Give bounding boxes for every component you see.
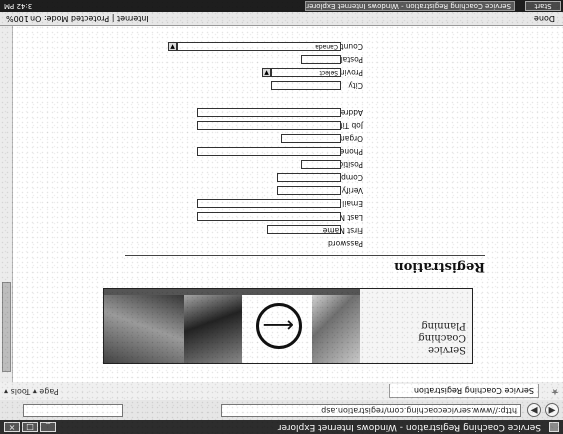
email-input[interactable]	[277, 186, 341, 195]
page-tools-menu[interactable]: Page ▾ Tools ▾	[4, 384, 59, 398]
banner-photo	[312, 289, 360, 363]
first-name-input[interactable]	[197, 212, 341, 221]
start-button[interactable]: Start	[525, 1, 561, 11]
title-bar: Service Coaching Registration - Windows …	[0, 420, 563, 434]
form-label: Email	[342, 199, 363, 208]
vertical-scrollbar[interactable]	[0, 26, 13, 382]
banner-photo	[104, 289, 184, 363]
search-input[interactable]	[23, 404, 123, 417]
logo-line: Planning	[421, 320, 466, 331]
status-text: Done	[533, 14, 555, 23]
company-input[interactable]	[301, 160, 341, 169]
window-title: Service Coaching Registration - Windows …	[277, 422, 541, 432]
province-select-value: Select	[319, 69, 338, 76]
taskbar-item[interactable]: Service Coaching Registration - Windows …	[305, 1, 515, 11]
banner-nav-strip	[104, 289, 360, 295]
security-zone[interactable]: Internet | Protected Mode: On	[30, 12, 149, 25]
chevron-down-icon[interactable]: ▼	[168, 42, 177, 51]
taskbar: Start Service Coaching Registration - Wi…	[0, 0, 563, 12]
organization-input[interactable]	[281, 134, 341, 143]
chevron-down-icon[interactable]: ▼	[262, 68, 271, 77]
site-logo[interactable]: Service Coaching Planning	[360, 289, 472, 363]
form-label: City	[348, 81, 363, 90]
minimize-button[interactable]: _	[40, 422, 56, 432]
city-input[interactable]	[271, 81, 341, 90]
address-bar[interactable]: http://www.servicecoaching.com/registrat…	[221, 404, 521, 417]
status-bar: Done Internet | Protected Mode: On 100%	[0, 11, 563, 26]
form-label: Password	[327, 239, 363, 248]
favorites-star-icon[interactable]: ★	[551, 386, 559, 396]
clock: 3:42 PM	[4, 2, 33, 10]
page-title: Registration	[394, 259, 485, 274]
divider	[125, 255, 485, 256]
close-button[interactable]: ×	[4, 422, 20, 432]
country-select[interactable]: Canada ▼	[168, 42, 341, 51]
forward-arrow-icon[interactable]: ▶	[527, 403, 541, 417]
logo-line: Coaching	[418, 332, 466, 343]
country-select-value: Canada	[315, 43, 338, 50]
back-arrow-icon[interactable]: ◀	[545, 403, 559, 417]
ie-logo-icon	[549, 422, 559, 432]
maximize-button[interactable]: □	[22, 422, 38, 432]
job-title-input[interactable]	[197, 121, 341, 130]
page-content: Service Coaching Planning ⟵ Registration…	[0, 26, 563, 382]
last-name-input[interactable]	[197, 199, 341, 208]
address-input[interactable]	[197, 108, 341, 117]
arrow-left-icon: ⟵	[262, 312, 294, 337]
phone-input[interactable]	[197, 147, 341, 156]
browser-window: Service Coaching Registration - Windows …	[0, 0, 563, 434]
logo-line: Service	[428, 344, 466, 355]
scrollbar-thumb[interactable]	[2, 282, 11, 372]
tab-registration[interactable]: Service Coaching Registration	[389, 384, 539, 398]
province-select[interactable]: Select ▼	[262, 68, 341, 77]
postal-code-input[interactable]	[301, 55, 341, 64]
tab-bar: ★ Service Coaching Registration Page ▾ T…	[0, 381, 563, 400]
banner-arrow-graphic: ⟵	[242, 289, 312, 363]
zoom-level[interactable]: 100%	[6, 12, 29, 25]
banner-photo	[184, 289, 242, 363]
verify-email-input[interactable]	[277, 173, 341, 182]
navigation-bar: ◀ ▶ http://www.servicecoaching.com/regis…	[0, 399, 563, 420]
form-label: First Name	[322, 226, 363, 235]
header-banner: Service Coaching Planning ⟵	[103, 288, 473, 364]
